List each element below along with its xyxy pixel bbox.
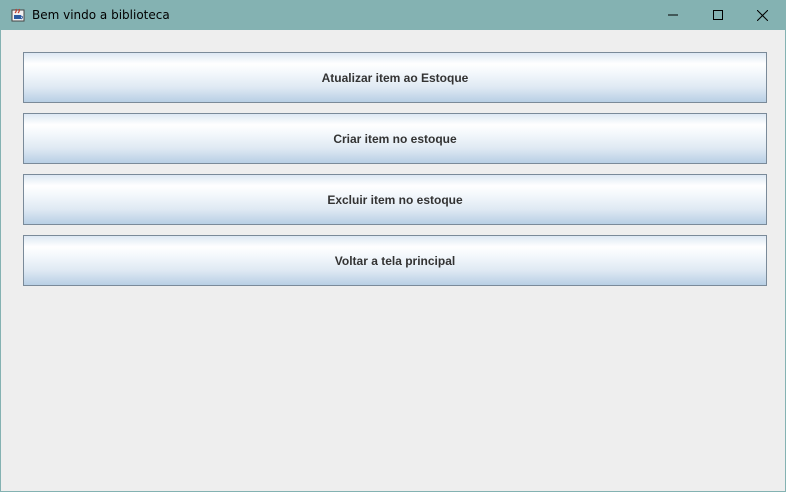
back-to-main-screen-label: Voltar a tela principal <box>334 253 456 268</box>
window-controls <box>650 0 785 30</box>
update-stock-item-button[interactable]: Atualizar item ao Estoque <box>23 52 767 103</box>
update-stock-item-label: Atualizar item ao Estoque <box>321 70 469 85</box>
delete-stock-item-button[interactable]: Excluir item no estoque <box>23 174 767 225</box>
minimize-icon <box>667 14 678 16</box>
create-stock-item-label: Criar item no estoque <box>333 131 457 146</box>
main-window: Bem vindo a biblioteca Atualizar item ao… <box>0 0 786 492</box>
minimize-button[interactable] <box>650 0 695 30</box>
delete-stock-item-label: Excluir item no estoque <box>327 192 463 207</box>
content-panel: Atualizar item ao Estoque Criar item no … <box>1 30 785 491</box>
close-icon <box>757 9 768 21</box>
title-bar[interactable]: Bem vindo a biblioteca <box>1 0 785 30</box>
maximize-button[interactable] <box>695 0 740 30</box>
java-cup-icon[interactable] <box>10 7 26 23</box>
back-to-main-screen-button[interactable]: Voltar a tela principal <box>23 235 767 286</box>
window-title: Bem vindo a biblioteca <box>32 8 170 22</box>
create-stock-item-button[interactable]: Criar item no estoque <box>23 113 767 164</box>
close-button[interactable] <box>740 0 785 30</box>
maximize-icon <box>712 10 723 20</box>
